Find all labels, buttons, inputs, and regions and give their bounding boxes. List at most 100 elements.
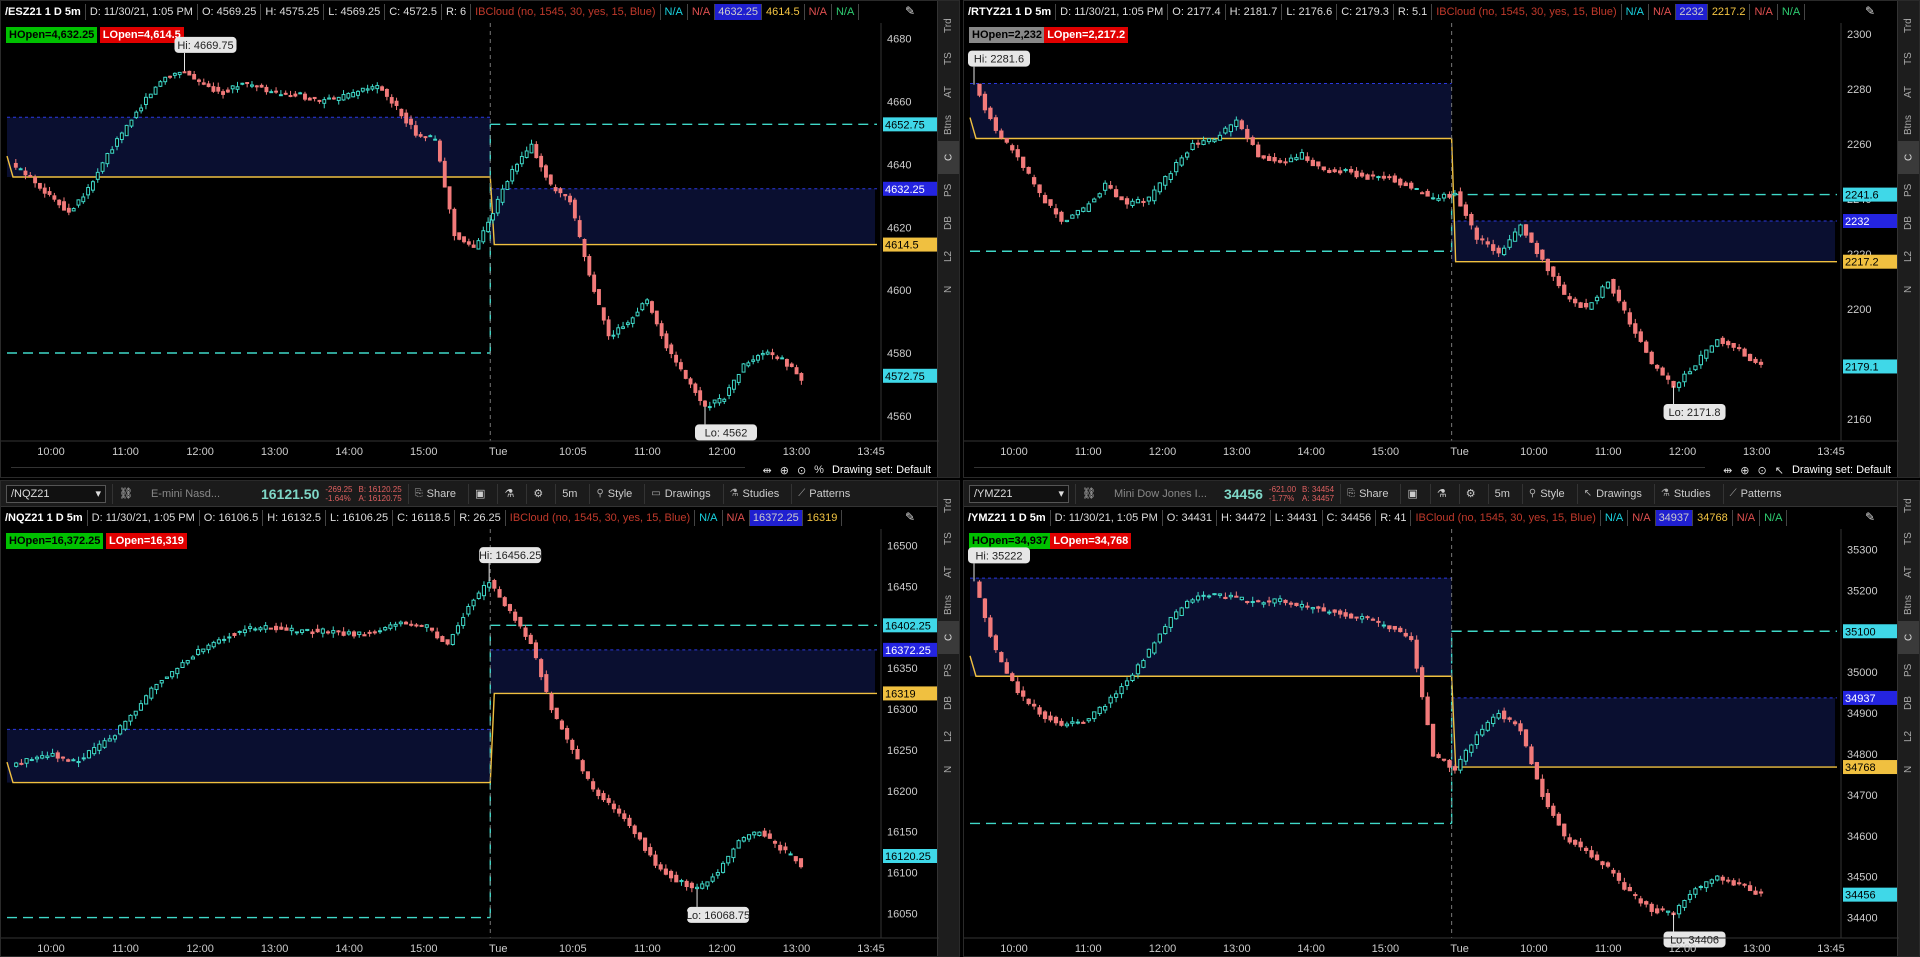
candle	[383, 626, 388, 632]
tab-ts[interactable]: TS	[943, 42, 954, 75]
chevron-down-icon[interactable]: ▾	[1058, 487, 1064, 500]
drawings-button[interactable]: ▭ Drawings	[644, 483, 716, 504]
horizontal-scrollbar[interactable]	[974, 467, 1706, 473]
pencil-icon[interactable]: ✎	[1865, 510, 1875, 524]
candle	[1294, 153, 1299, 161]
patterns-button[interactable]: ⟋ Patterns	[1722, 483, 1788, 504]
candle	[254, 84, 259, 92]
tab-trd[interactable]: Trd	[1903, 489, 1914, 522]
tab-ts[interactable]: TS	[1903, 522, 1914, 555]
tab-btns[interactable]: Btns	[1903, 588, 1914, 621]
tab-at[interactable]: AT	[1903, 555, 1914, 588]
cursor-icon[interactable]: ↖	[1775, 464, 1784, 477]
pencil-icon[interactable]: ✎	[905, 4, 915, 18]
candle	[1015, 144, 1020, 161]
tab-trd[interactable]: Trd	[943, 9, 954, 42]
gear-icon[interactable]: ⚙	[1458, 483, 1482, 504]
header-symbol[interactable]: /RTYZ21 1 D 5m	[964, 4, 1057, 20]
tab-l2[interactable]: L2	[1903, 720, 1914, 753]
candle	[1644, 900, 1649, 908]
candle	[481, 581, 487, 601]
style-button[interactable]: ⚲ Style	[589, 483, 638, 504]
candle	[86, 184, 91, 199]
flask-icon[interactable]: ⚗	[497, 483, 520, 504]
share-button[interactable]: ⎘ Share	[407, 483, 462, 504]
studies-button[interactable]: ⚗ Studies	[1653, 483, 1717, 504]
tab-n[interactable]: N	[1903, 753, 1914, 786]
pencil-icon[interactable]: ✎	[1865, 4, 1875, 18]
tab-at[interactable]: AT	[943, 75, 954, 108]
header-symbol[interactable]: /ESZ21 1 D 5m	[1, 4, 86, 20]
tab-ts[interactable]: TS	[943, 522, 954, 555]
camera-icon[interactable]: ▣	[1400, 483, 1423, 504]
timeframe-button[interactable]: 5m	[1487, 483, 1516, 504]
link-icon[interactable]: ⛓	[1075, 483, 1102, 504]
tab-at[interactable]: AT	[943, 555, 954, 588]
pan-icon[interactable]: ⇹	[1723, 464, 1732, 477]
zoom-icon[interactable]: ⊙	[1758, 464, 1767, 477]
candle	[1627, 308, 1632, 328]
candle	[1523, 729, 1529, 748]
studies-button[interactable]: ⚗ Studies	[722, 483, 786, 504]
candle	[138, 700, 143, 711]
symbol-input[interactable]: /NQZ21 ▾	[6, 484, 106, 503]
percent-icon[interactable]: %	[814, 464, 824, 476]
tab-l2[interactable]: L2	[943, 240, 954, 273]
tab-ps[interactable]: PS	[1903, 174, 1914, 207]
tab-db[interactable]: DB	[943, 687, 954, 720]
share-button[interactable]: ⎘ Share	[1340, 483, 1394, 504]
flask-icon[interactable]: ⚗	[1429, 483, 1453, 504]
tab-n[interactable]: N	[943, 753, 954, 786]
chart-es[interactable]: Hi: 4669.75 Lo: 4562 4560 4580 4600 4620 4640 4…	[1, 23, 939, 478]
tab-c[interactable]: C	[937, 621, 959, 654]
candle	[582, 238, 587, 262]
pan-icon[interactable]: ⇹	[763, 464, 772, 477]
tab-db[interactable]: DB	[1903, 207, 1914, 240]
tab-at[interactable]: AT	[1903, 75, 1914, 108]
drawing-set-label[interactable]: Drawing set: Default	[832, 464, 937, 476]
tab-db[interactable]: DB	[943, 207, 954, 240]
timeframe-button[interactable]: 5m	[555, 483, 583, 504]
tab-btns[interactable]: Btns	[943, 108, 954, 141]
header-c: C: 34456	[1323, 510, 1377, 526]
horizontal-scrollbar[interactable]	[11, 467, 745, 473]
crosshair-icon[interactable]: ⊕	[780, 464, 789, 477]
tab-ps[interactable]: PS	[943, 654, 954, 687]
tab-trd[interactable]: Trd	[943, 489, 954, 522]
tab-ps[interactable]: PS	[1903, 654, 1914, 687]
drawings-button[interactable]: ↖ Drawings	[1576, 483, 1648, 504]
link-icon[interactable]: ⛓	[112, 483, 139, 504]
tab-n[interactable]: N	[943, 273, 954, 306]
pencil-icon[interactable]: ✎	[905, 510, 915, 524]
symbol-input[interactable]: /YMZ21 ▾	[969, 484, 1069, 503]
candle	[601, 790, 606, 803]
chart-rty[interactable]: Hi: 2281.6Lo: 2171.821602180220022202240…	[964, 23, 1899, 478]
camera-icon[interactable]: ▣	[468, 483, 491, 504]
tab-c[interactable]: C	[1897, 141, 1919, 174]
chart-nq[interactable]: Hi: 16456.25 Lo: 16068.75 16050 16100 16150 1…	[1, 529, 939, 957]
gear-icon[interactable]: ⚙	[526, 483, 549, 504]
zoom-icon[interactable]: ⊙	[797, 464, 806, 477]
header-symbol[interactable]: /NQZ21 1 D 5m	[1, 510, 88, 526]
crosshair-icon[interactable]: ⊕	[1740, 464, 1749, 477]
patterns-button[interactable]: ⟋ Patterns	[791, 483, 856, 504]
chart-ym[interactable]: Hi: 35222Lo: 344063440034500346003470034…	[964, 529, 1899, 957]
tab-l2[interactable]: L2	[943, 720, 954, 753]
tab-n[interactable]: N	[1903, 273, 1914, 306]
tab-ps[interactable]: PS	[943, 174, 954, 207]
chevron-down-icon[interactable]: ▾	[95, 487, 101, 500]
tab-ts[interactable]: TS	[1903, 42, 1914, 75]
chart-header: /YMZ21 1 D 5m D: 11/30/21, 1:05 PM O: 3443…	[964, 507, 1841, 529]
tab-db[interactable]: DB	[1903, 687, 1914, 720]
tab-c[interactable]: C	[1897, 621, 1919, 654]
candle	[1545, 788, 1550, 810]
candle	[1753, 356, 1758, 365]
tab-trd[interactable]: Trd	[1903, 9, 1914, 42]
tab-btns[interactable]: Btns	[943, 588, 954, 621]
drawing-set-label[interactable]: Drawing set: Default	[1792, 464, 1897, 476]
tab-btns[interactable]: Btns	[1903, 108, 1914, 141]
tab-l2[interactable]: L2	[1903, 240, 1914, 273]
header-symbol[interactable]: /YMZ21 1 D 5m	[964, 510, 1051, 526]
style-button[interactable]: ⚲ Style	[1521, 483, 1571, 504]
tab-c[interactable]: C	[937, 141, 959, 174]
